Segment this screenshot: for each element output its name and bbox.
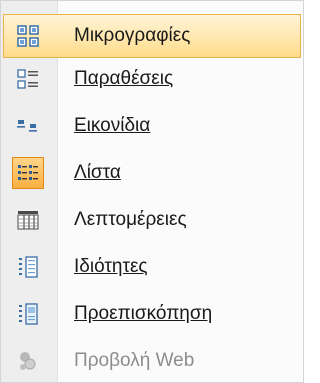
preview-icon	[4, 292, 52, 336]
menu-item-thumbnails[interactable]: Μικρογραφίες	[3, 14, 301, 58]
menu-item-label: Λεπτομέρειες	[74, 209, 187, 230]
menu-item-label: Προεπισκόπηση	[74, 303, 213, 324]
thumbnails-icon	[4, 14, 52, 58]
web-view-icon	[4, 339, 52, 383]
menu-item-label: Ιδιότητες	[74, 256, 148, 277]
view-menu: Μικρογραφίες Παραθέσεις Εικονίδια Λίστα …	[0, 0, 304, 383]
menu-item-tiles[interactable]: Παραθέσεις	[3, 57, 301, 101]
menu-item-icons[interactable]: Εικονίδια	[3, 104, 301, 148]
menu-item-label: Παραθέσεις	[74, 68, 174, 89]
menu-item-web-view: Προβολή Web	[3, 339, 301, 383]
menu-item-label: Μικρογραφίες	[74, 25, 191, 46]
properties-icon	[4, 245, 52, 289]
menu-item-details[interactable]: Λεπτομέρειες	[3, 198, 301, 242]
menu-item-label: Προβολή Web	[74, 350, 195, 371]
list-icon	[4, 151, 52, 195]
menu-item-label: Εικονίδια	[74, 115, 151, 136]
menu-item-properties[interactable]: Ιδιότητες	[3, 245, 301, 289]
icons-icon	[4, 104, 52, 148]
menu-item-label: Λίστα	[74, 162, 121, 183]
details-icon	[4, 198, 52, 242]
tiles-icon	[4, 57, 52, 101]
menu-item-list[interactable]: Λίστα	[3, 151, 301, 195]
menu-item-preview[interactable]: Προεπισκόπηση	[3, 292, 301, 336]
